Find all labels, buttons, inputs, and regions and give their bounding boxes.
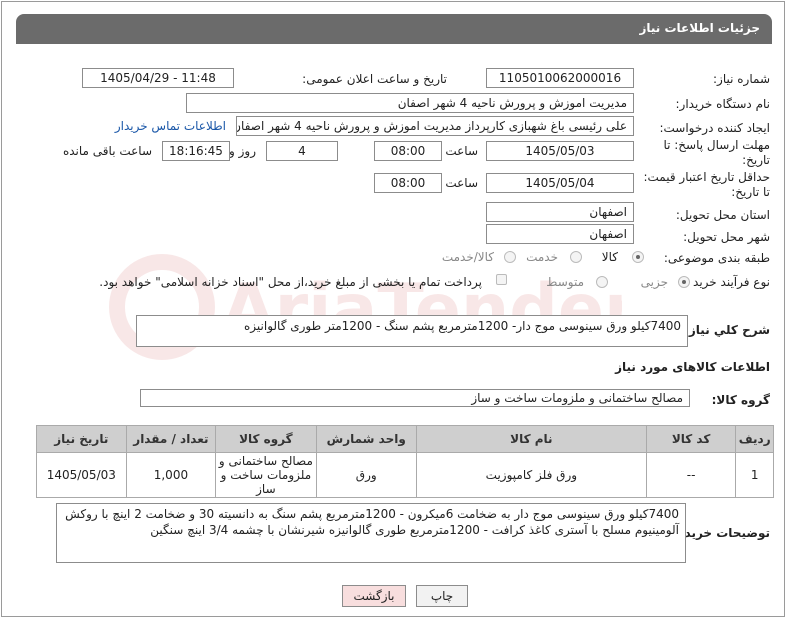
- process-option-medium: متوسط: [546, 275, 584, 289]
- row-qty: 1,000: [125, 452, 217, 498]
- remaining-days-field: 4: [266, 141, 338, 161]
- province-label: استان محل تحویل:: [675, 208, 770, 222]
- need-number-label: شماره نیاز:: [713, 72, 770, 86]
- col-date: تاریخ نیاز: [36, 425, 127, 453]
- col-unit: واحد شمارش: [315, 425, 417, 453]
- announce-datetime-field: 1405/04/29 - 11:48: [82, 68, 234, 88]
- category-radio-service[interactable]: [570, 251, 582, 263]
- row-unit: ورق: [315, 452, 417, 498]
- row-index: 1: [735, 452, 774, 498]
- row-date: 1405/05/03: [36, 452, 127, 498]
- validity-label-line1: حداقل تاریخ اعتبار قیمت:: [643, 170, 770, 184]
- treasury-payment-note: پرداخت تمام یا بخشی از مبلغ خرید،از محل …: [99, 275, 482, 289]
- category-option-goods: کالا: [601, 250, 618, 264]
- process-label: نوع فرآیند خرید :: [685, 275, 770, 289]
- category-label: طبقه بندی موضوعی:: [663, 251, 770, 265]
- category-option-goods-service: کالا/خدمت: [441, 250, 494, 264]
- row-group: مصالح ساختمانی و ملزومات ساخت و ساز: [215, 452, 317, 498]
- goods-table: ردیف کد کالا نام کالا واحد شمارش گروه کا…: [36, 425, 774, 498]
- goods-group-field: مصالح ساختمانی و ملزومات ساخت و ساز: [140, 389, 690, 407]
- creator-field: علی رئیسی باغ شهبازی کارپرداز مدیریت امو…: [236, 116, 634, 136]
- validity-date-field: 1405/05/04: [486, 173, 634, 193]
- col-qty: تعداد / مقدار: [125, 425, 217, 453]
- panel-title-bar: جزئیات اطلاعات نیاز: [16, 14, 772, 44]
- need-number-field: 1105010062000016: [486, 68, 634, 88]
- row-code: --: [645, 452, 737, 498]
- goods-section-title: اطلاعات کالاهای مورد نیاز: [615, 360, 770, 374]
- goods-group-label: گروه کالا:: [711, 393, 770, 407]
- days-label: روز و: [229, 144, 256, 158]
- creator-label: ایجاد کننده درخواست:: [659, 121, 770, 135]
- category-radio-goods[interactable]: [632, 251, 644, 263]
- back-button[interactable]: بازگشت: [342, 585, 406, 607]
- col-name: نام کالا: [415, 425, 647, 453]
- col-index: ردیف: [735, 425, 774, 453]
- contact-buyer-link[interactable]: اطلاعات تماس خریدار: [115, 119, 226, 133]
- deadline-label-line1: مهلت ارسال پاسخ: تا: [663, 138, 770, 152]
- buyer-org-label: نام دستگاه خریدار:: [675, 97, 771, 111]
- summary-label: شرح کلي نياز:: [684, 323, 770, 337]
- category-radio-goods-service[interactable]: [504, 251, 516, 263]
- row-name: ورق فلز کامپوزیت: [415, 452, 647, 498]
- summary-field: 7400کیلو ورق سینوسی موج دار- 1200مترمربع…: [136, 315, 688, 347]
- validity-label-line2: تا تاریخ:: [731, 185, 770, 199]
- city-label: شهر محل تحویل:: [683, 230, 770, 244]
- print-button[interactable]: چاپ: [416, 585, 468, 607]
- process-radio-medium[interactable]: [596, 276, 608, 288]
- goods-table-header: ردیف کد کالا نام کالا واحد شمارش گروه کا…: [36, 425, 774, 453]
- city-field: اصفهان: [486, 224, 634, 244]
- process-option-minor: جزیی: [640, 275, 668, 289]
- table-row: 1 -- ورق فلز کامپوزیت ورق مصالح ساختمانی…: [36, 452, 774, 498]
- process-radio-minor[interactable]: [678, 276, 690, 288]
- province-field: اصفهان: [486, 202, 634, 222]
- deadline-date-field: 1405/05/03: [486, 141, 634, 161]
- buyer-org-field: مدیریت اموزش و پرورش ناحیه 4 شهر اصفان: [186, 93, 634, 113]
- validity-time-field: 08:00: [374, 173, 442, 193]
- announce-label: تاریخ و ساعت اعلان عمومی:: [302, 72, 447, 86]
- remaining-time-label: ساعت باقی مانده: [62, 144, 152, 158]
- buyer-notes-field: 7400کیلو ورق سینوسی موج دار به ضخامت 6می…: [56, 503, 686, 563]
- details-panel: جزئیات اطلاعات نیاز AriaTender.net شماره…: [1, 1, 785, 617]
- category-option-service: خدمت: [526, 250, 558, 264]
- deadline-label-line2: تاریخ:: [742, 153, 770, 167]
- treasury-payment-checkbox[interactable]: [496, 274, 507, 285]
- deadline-time-label: ساعت: [445, 144, 478, 158]
- deadline-time-field: 08:00: [374, 141, 442, 161]
- remaining-time-field: 18:16:45: [162, 141, 230, 161]
- col-group: گروه کالا: [215, 425, 317, 453]
- validity-time-label: ساعت: [445, 176, 478, 190]
- panel-title: جزئیات اطلاعات نیاز: [639, 21, 760, 35]
- col-code: کد کالا: [645, 425, 737, 453]
